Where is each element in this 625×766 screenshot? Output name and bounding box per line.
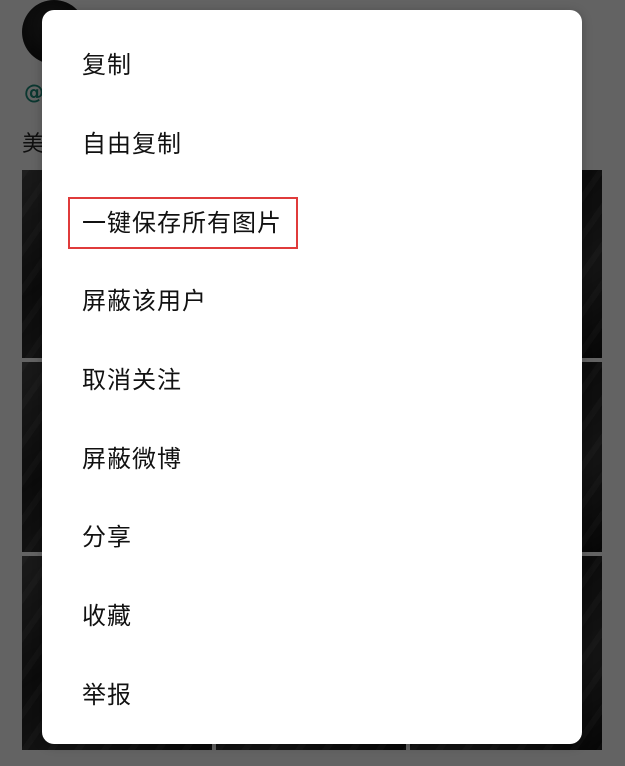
menu-item-favorite[interactable]: 收藏: [42, 577, 582, 656]
menu-item-label: 分享: [82, 523, 132, 552]
menu-item-label: 屏蔽微博: [82, 444, 182, 473]
menu-item-free-copy[interactable]: 自由复制: [42, 105, 582, 184]
menu-item-report[interactable]: 举报: [42, 656, 582, 735]
menu-item-label: 屏蔽该用户: [82, 287, 207, 316]
menu-item-label: 一键保存所有图片: [82, 208, 282, 237]
menu-item-block-post[interactable]: 屏蔽微博: [42, 419, 582, 498]
screen: @ 美 复制 自由复制 一键保存所有图片 屏蔽该用户: [0, 0, 625, 766]
menu-item-copy[interactable]: 复制: [42, 26, 582, 105]
menu-item-label: 收藏: [82, 602, 132, 631]
menu-item-save-all-images[interactable]: 一键保存所有图片: [42, 183, 582, 262]
menu-list: 复制 自由复制 一键保存所有图片 屏蔽该用户 取消关注 屏蔽微博 分享 收藏 举…: [42, 10, 582, 734]
menu-item-label: 复制: [82, 51, 132, 80]
menu-item-label: 自由复制: [82, 130, 182, 159]
menu-item-share[interactable]: 分享: [42, 498, 582, 577]
menu-item-block-user[interactable]: 屏蔽该用户: [42, 262, 582, 341]
context-menu: 复制 自由复制 一键保存所有图片 屏蔽该用户 取消关注 屏蔽微博 分享 收藏 举…: [42, 10, 582, 744]
menu-item-unfollow[interactable]: 取消关注: [42, 341, 582, 420]
menu-item-label: 举报: [82, 680, 132, 709]
menu-item-label: 取消关注: [82, 366, 182, 395]
